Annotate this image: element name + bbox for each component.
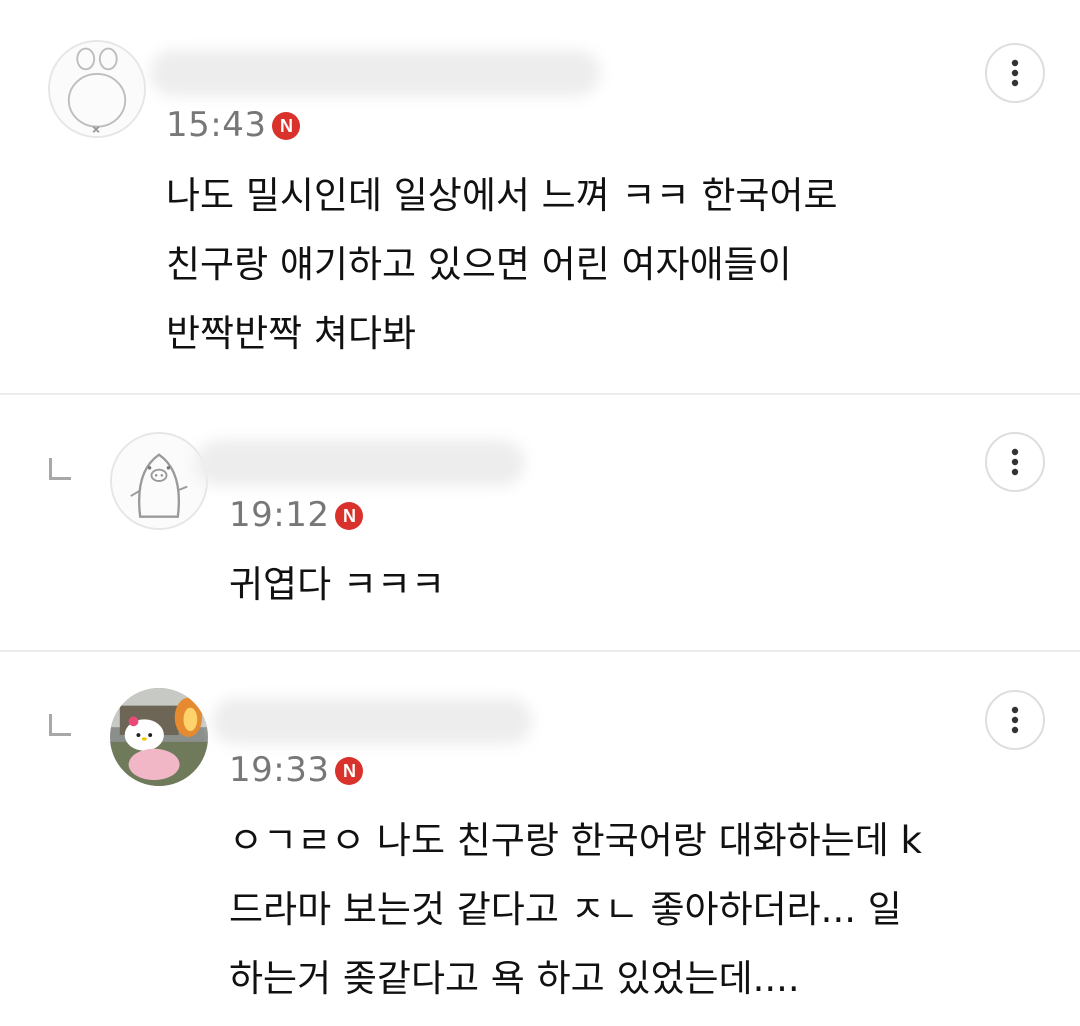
- hello-kitty-photo-icon: [110, 688, 208, 786]
- new-badge-icon: N: [335, 502, 364, 530]
- timestamp: 19:12: [229, 495, 330, 535]
- comment-text: ㅇㄱㄹㅇ 나도 친구랑 한국어랑 대화하는데 k 드라마 보는것 같다고 ㅈㄴ …: [229, 819, 922, 1000]
- reply-indent-icon: [49, 714, 71, 736]
- username-blurred: [195, 440, 525, 486]
- more-options-button[interactable]: [985, 432, 1045, 492]
- sketch-character-icon: [50, 42, 144, 136]
- more-vertical-icon: [1011, 59, 1019, 87]
- more-vertical-icon: [1011, 448, 1019, 476]
- timestamp: 15:43: [166, 105, 267, 145]
- comment-item: 15:43 N 나도 밀시인데 일상에서 느껴 ㅋㅋ 한국어로 친구랑 얘기하고…: [0, 0, 1080, 393]
- avatar[interactable]: [110, 432, 208, 530]
- username-blurred: [150, 50, 600, 96]
- more-vertical-icon: [1011, 706, 1019, 734]
- comment-text: 나도 밀시인데 일상에서 느껴 ㅋㅋ 한국어로 친구랑 얘기하고 있으면 어린 …: [166, 174, 838, 355]
- more-options-button[interactable]: [985, 690, 1045, 750]
- penguin-pig-icon: [112, 434, 206, 528]
- reply-indent-icon: [49, 458, 71, 480]
- new-badge-icon: N: [335, 757, 364, 785]
- comment-item: 19:12 N 귀엽다 ㅋㅋㅋ: [0, 395, 1080, 650]
- comment-item: 19:33 N ㅇㄱㄹㅇ 나도 친구랑 한국어랑 대화하는데 k 드라마 보는것…: [0, 652, 1080, 1026]
- new-badge-icon: N: [272, 112, 301, 140]
- timestamp: 19:33: [229, 750, 330, 790]
- avatar[interactable]: [110, 688, 208, 786]
- comment-meta: 15:43 N: [166, 105, 301, 145]
- more-options-button[interactable]: [985, 43, 1045, 103]
- comment-meta: 19:33 N: [229, 750, 364, 790]
- comment-meta: 19:12 N: [229, 495, 364, 535]
- comment-text: 귀엽다 ㅋㅋㅋ: [229, 563, 446, 606]
- avatar[interactable]: [48, 40, 146, 138]
- username-blurred: [212, 698, 532, 744]
